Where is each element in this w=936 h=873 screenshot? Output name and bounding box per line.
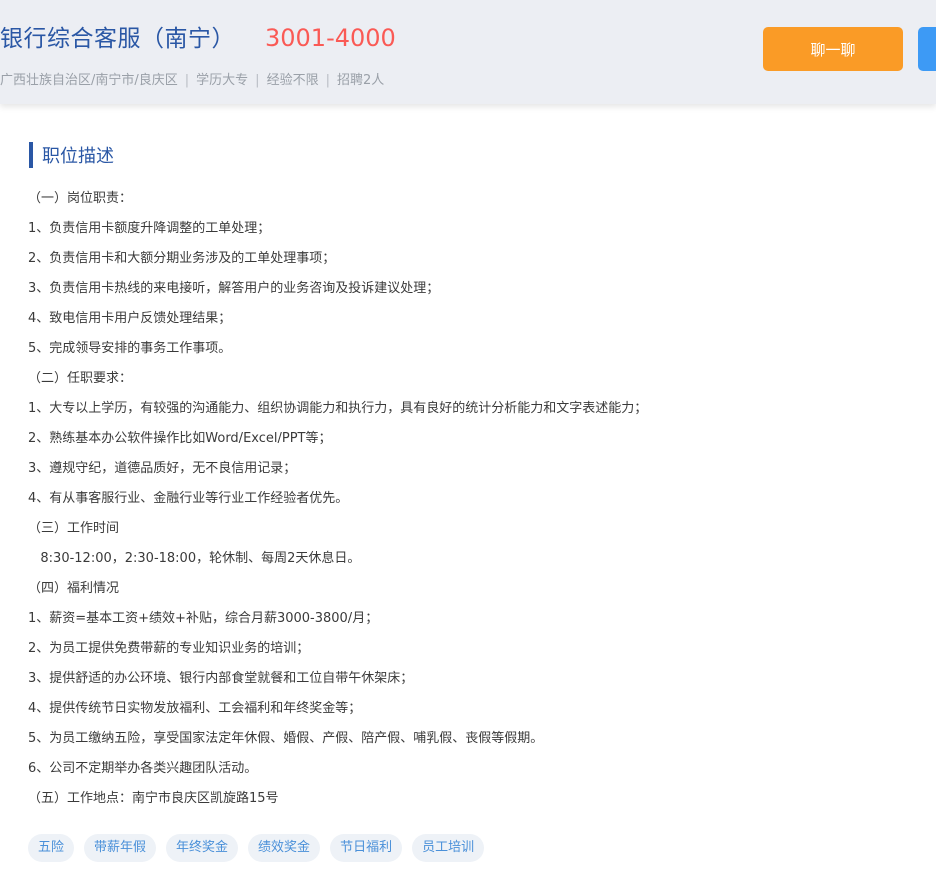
job-meta: 广西壮族自治区/南宁市/良庆区 | 学历大专 | 经验不限 | 招聘2人 bbox=[0, 69, 384, 88]
benefit-tags: 五险 带薪年假 年终奖金 绩效奖金 节日福利 员工培训 bbox=[28, 834, 494, 862]
section-header: 职位描述 bbox=[29, 142, 114, 168]
desc-line: （一）岗位职责： bbox=[28, 191, 133, 206]
meta-experience: 经验不限 bbox=[266, 73, 319, 88]
benefit-tag: 绩效奖金 bbox=[248, 834, 321, 862]
meta-separator: | bbox=[325, 73, 330, 88]
desc-line: 2、为员工提供免费带薪的专业知识业务的培训； bbox=[28, 641, 310, 656]
desc-line: （三）工作时间 bbox=[28, 521, 120, 536]
desc-line: 1、负责信用卡额度升降调整的工单处理； bbox=[28, 221, 271, 236]
desc-line: （五）工作地点：南宁市良庆区凯旋路15号 bbox=[28, 791, 279, 806]
benefit-tag: 节日福利 bbox=[330, 834, 403, 862]
job-header: 银行综合客服（南宁） 3001-4000 广西壮族自治区/南宁市/良庆区 | 学历大… bbox=[0, 0, 936, 104]
desc-line: 6、公司不定期举办各类兴趣团队活动。 bbox=[28, 761, 258, 776]
benefit-tag: 员工培训 bbox=[412, 834, 485, 862]
meta-headcount: 招聘2人 bbox=[336, 73, 385, 88]
desc-line: 5、为员工缴纳五险，享受国家法定年休假、婚假、产假、陪产假、哺乳假、丧假等假期。 bbox=[28, 731, 544, 746]
section-accent-bar bbox=[29, 142, 33, 168]
desc-line: 2、负责信用卡和大额分期业务涉及的工单处理事项； bbox=[28, 251, 336, 266]
benefit-tag: 年终奖金 bbox=[166, 834, 239, 862]
apply-button[interactable] bbox=[918, 27, 936, 71]
meta-education: 学历大专 bbox=[196, 73, 249, 88]
desc-line: 4、致电信用卡用户反馈处理结果； bbox=[28, 311, 232, 326]
desc-line: 4、提供传统节日实物发放福利、工会福利和年终奖金等； bbox=[28, 701, 362, 716]
meta-separator: | bbox=[255, 73, 260, 88]
desc-line: 3、遵规守纪，道德品质好，无不良信用记录； bbox=[28, 461, 297, 476]
desc-line: （二）任职要求： bbox=[28, 371, 133, 386]
title-row: 银行综合客服（南宁） 3001-4000 bbox=[0, 19, 396, 59]
chat-button[interactable]: 聊一聊 bbox=[763, 27, 903, 71]
benefit-tag: 五险 bbox=[28, 834, 75, 862]
meta-separator: | bbox=[184, 73, 190, 88]
desc-line: （四）福利情况 bbox=[28, 581, 120, 596]
desc-line: 8:30-12:00，2:30-18:00，轮休制、每周2天休息日。 bbox=[28, 551, 361, 566]
desc-line: 1、薪资=基本工资+绩效+补贴，综合月薪3000-3800/月； bbox=[28, 611, 379, 626]
meta-location: 广西壮族自治区/南宁市/良庆区 bbox=[0, 73, 178, 88]
benefit-tag: 带薪年假 bbox=[84, 834, 157, 862]
section-title: 职位描述 bbox=[42, 146, 114, 167]
desc-line: 5、完成领导安排的事务工作事项。 bbox=[28, 341, 232, 356]
job-description: （一）岗位职责： 1、负责信用卡额度升降调整的工单处理； 2、负责信用卡和大额分… bbox=[28, 184, 918, 814]
desc-line: 3、负责信用卡热线的来电接听，解答用户的业务咨询及投诉建议处理； bbox=[28, 281, 440, 296]
job-title: 银行综合客服（南宁） bbox=[0, 26, 235, 52]
desc-line: 2、熟练基本办公软件操作比如Word/Excel/PPT等； bbox=[28, 431, 332, 446]
desc-line: 4、有从事客服行业、金融行业等行业工作经验者优先。 bbox=[28, 491, 349, 506]
desc-line: 1、大专以上学历，有较强的沟通能力、组织协调能力和执行力，具有良好的统计分析能力… bbox=[28, 401, 648, 416]
job-salary: 3001-4000 bbox=[265, 24, 396, 52]
desc-line: 3、提供舒适的办公环境、银行内部食堂就餐和工位自带午休架床； bbox=[28, 671, 414, 686]
